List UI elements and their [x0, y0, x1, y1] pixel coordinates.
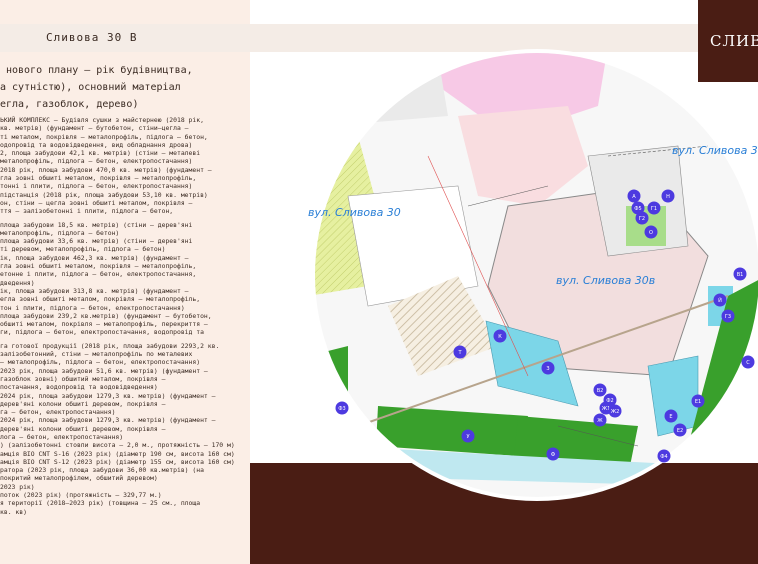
list-item: амція BIO CNT S-12 (2023 рік) (діаметр 1… — [0, 457, 235, 466]
list-item: тон і плити, підлога – бетон, електропос… — [0, 303, 185, 312]
list-item: 2018 рік, площа забудови 470,0 кв. метрі… — [0, 165, 212, 174]
list-item: кв. метрів) (фундамент – бутобетон, стін… — [0, 124, 189, 133]
list-item: газоблок зовні) обшитий металом, покрівл… — [0, 374, 166, 383]
building-marker-label: Ф4 — [660, 454, 668, 460]
green-area-west — [315, 346, 348, 486]
list-item: ) (залізобетонні стовпи висота – 2,0 м.,… — [0, 441, 235, 450]
building-marker-label: Г1 — [651, 206, 657, 212]
list-item: ги, підлога – бетон, електропостачання, … — [0, 328, 204, 337]
list-item: ЬКИЙ КОМПЛЕКС – Будівля сушки з майстерн… — [0, 116, 204, 124]
list-item: га – бетон, електропостачання) — [0, 408, 116, 417]
list-item: одопровід та водовідведення, вид обладна… — [0, 140, 193, 149]
list-item: 2, площа забудови 42,1 кв. метрів) (стін… — [0, 149, 201, 158]
list-item: обшиті металом, покрівля – металопрофіль… — [0, 320, 208, 329]
list-item: дерев'яні колони обшиті деревом, покрівл… — [0, 399, 166, 408]
list-item: гла зовні обшиті металом, покрівля – мет… — [0, 262, 197, 271]
building-marker-label: Ж2 — [611, 409, 620, 415]
building-marker-label: Г2 — [639, 216, 645, 222]
list-item: постачання, водопровід та водовідведення… — [0, 383, 158, 392]
list-item: – металопрофіль, підлога – бетон, електр… — [0, 358, 201, 367]
intro-line: нового плану – рік будівництва, — [6, 65, 193, 76]
building-marker-label: Г3 — [725, 314, 731, 320]
list-item: он, стіни – цегла зовні обшиті металом, … — [0, 198, 193, 207]
list-item: площа забудови 239,2 кв.метрів) (фундаме… — [0, 311, 212, 320]
building-marker-label: С — [746, 360, 750, 366]
building-marker-label: Н — [666, 194, 670, 200]
list-item: площа забудови 33,6 кв. метрів) (стіни –… — [0, 237, 193, 246]
building-o — [626, 206, 666, 246]
building-marker-label: Ф — [551, 452, 556, 458]
building-marker-label: О — [649, 230, 653, 236]
street-label-30v: вул. Сливова 30в — [556, 274, 655, 287]
list-item: підстанція (2018 рік, площа забудови 53,… — [0, 190, 208, 199]
building-marker-label: Ф5 — [634, 206, 642, 212]
list-item: амція BIO CNT S-16 (2023 рік) (діаметр 1… — [0, 449, 235, 458]
building-marker-label: З — [546, 366, 549, 372]
building-marker-label: Е2 — [677, 428, 683, 434]
list-item: металопрофіль, підлога – бетон, електроп… — [0, 157, 193, 166]
building-marker-label: К — [498, 334, 502, 340]
list-item: гла зовні обшиті металом, покрівля – мет… — [0, 174, 197, 183]
list-item: га готової продукції (2018 рік, площа за… — [0, 341, 220, 350]
list-item: поток (2023 рік) (протяжність – 329,77 м… — [0, 491, 162, 500]
list-item: покритий металопрофілем, обшитий деревом… — [0, 474, 158, 483]
building-marker-label: Ф3 — [338, 406, 346, 412]
intro-line: егла, газоблок, дерево) — [0, 99, 139, 110]
building-marker-label: А — [632, 194, 636, 200]
zone-grey — [318, 56, 448, 126]
list-item: тонні і плити, підлога – бетон, електроп… — [0, 182, 193, 191]
list-item: я території (2018–2023 рік) (товщина – 2… — [0, 499, 201, 508]
page-title: Сливова 30 В — [46, 31, 138, 44]
intro-line: а сутністю), основний матеріал — [0, 82, 181, 93]
list-item: етонне і плити, підлога – бетон, електро… — [0, 270, 197, 279]
list-item: 2024 рік, площа забудови 1279,3 кв. метр… — [0, 391, 216, 400]
building-marker-label: Ж — [597, 418, 603, 424]
list-item: ік, площа забудови 462,3 кв. метрів) (фу… — [0, 253, 189, 262]
list-item: дведення) — [0, 278, 35, 287]
list-item: 2024 рік, площа забудови 1279,3 кв. метр… — [0, 416, 216, 425]
street-label-30: вул. Сливова 30 — [308, 206, 401, 219]
building-marker-label: У — [466, 434, 469, 440]
list-item: 2023 рік) — [0, 482, 35, 491]
building-marker-label: Е — [669, 414, 672, 420]
list-item: ті металом, покрівля – металопрофіль, пі… — [0, 132, 208, 141]
street-label-30g: вул. Сливова 30г — [672, 144, 758, 157]
buildings-list: ЬКИЙ КОМПЛЕКС – Будівля сушки з майстерн… — [0, 116, 252, 516]
building-marker-label: В1 — [737, 272, 744, 278]
list-item: ті деревом, металопрофіль, підлога – бет… — [0, 245, 166, 254]
list-item: залізобетонний, стіни – металопрофіль по… — [0, 350, 193, 359]
list-item: ття – залізобетонні і плити, підлога – б… — [0, 207, 174, 216]
site-plan: вул. Сливова 30 вул. Сливова 30в вул. Сл… — [308, 49, 758, 501]
list-item: ратора (2023 рік, площа забудови 36,00 к… — [0, 466, 204, 475]
list-item: лога – бетон, електропостачання) — [0, 432, 124, 441]
list-item: металопрофіль, підлога – бетон) — [0, 228, 120, 237]
list-item: дерев'яні колони обшиті деревом, покрівл… — [0, 424, 166, 433]
building-marker-label: Й — [718, 297, 722, 304]
building-marker-label: Е1 — [695, 399, 701, 405]
list-item: кв. кв) — [0, 507, 27, 516]
list-item: егла зовні обшиті металом, покрівля – ме… — [0, 295, 201, 304]
intro-text: нового плану – рік будівництва, а сутніс… — [0, 62, 250, 113]
building-marker-label: В2 — [597, 388, 604, 394]
list-item: площа забудови 18,5 кв. метрів) (стіни –… — [0, 220, 193, 229]
list-item: ік, площа забудови 313,8 кв. метрів) (фу… — [0, 286, 189, 295]
list-item: 2023 рік, площа забудови 51,6 кв. метрів… — [0, 366, 208, 375]
